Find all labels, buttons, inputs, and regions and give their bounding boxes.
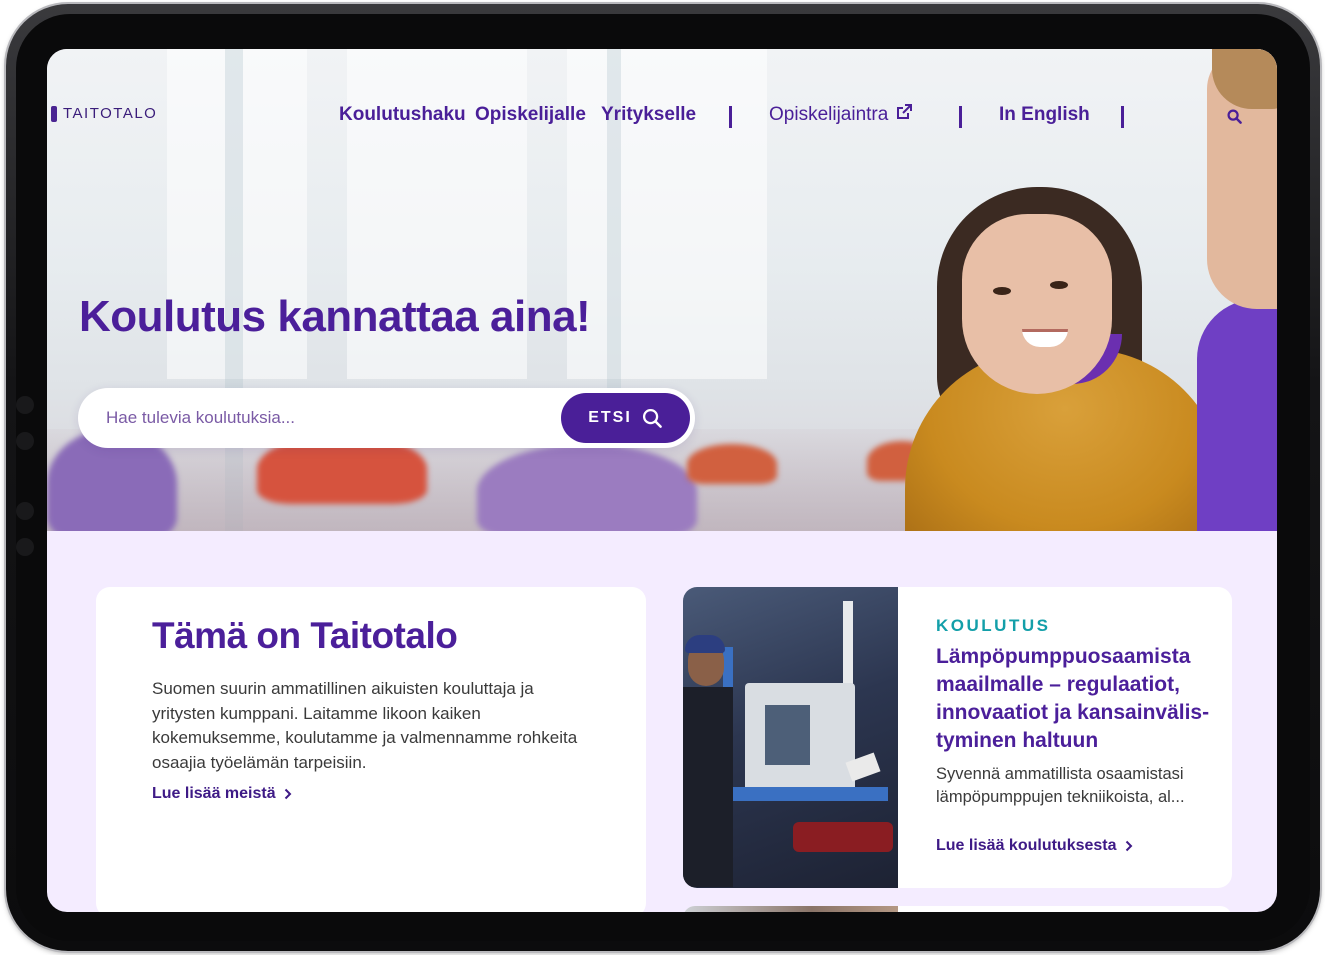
device-sensor [16,538,34,556]
hero-title: Koulutus kannattaa aina! [79,292,591,341]
read-more-course-link[interactable]: Lue lisää koulutuksesta [936,837,1133,855]
nav-divider [729,106,732,128]
nav-divider [959,106,962,128]
hero-bg-chair [687,444,777,484]
external-link-icon [896,104,913,126]
nav-item-opiskelijalle[interactable]: Opiskelijalle [475,104,586,126]
search-button[interactable]: ETSI [561,393,690,443]
hero-bg-window [567,49,767,379]
nav-link-yritykselle[interactable]: Yritykselle [601,104,696,126]
read-more-course-label: Lue lisää koulutuksesta [936,837,1117,854]
hero-bg-chair [477,444,697,531]
course-search-bar: ETSI [78,388,695,448]
nav-link-koulutushaku[interactable]: Koulutushaku [339,104,466,126]
device-sensor [16,432,34,450]
search-icon [642,408,662,428]
intro-card-title: Tämä on Taitotalo [152,615,458,656]
search-button-label: ETSI [588,409,632,426]
nav-divider [1121,106,1124,128]
hero-section: TAITOTALO Koulutushaku Opiskelijalle Yri… [47,49,1277,531]
taitotalo-logo[interactable]: TAITOTALO [51,105,157,122]
next-card-photo [683,906,898,912]
intro-card: Tämä on Taitotalo Suomen suurin ammatill… [96,587,646,912]
browser-screen: TAITOTALO Koulutushaku Opiskelijalle Yri… [47,49,1277,912]
nav-link-opiskelijalle[interactable]: Opiskelijalle [475,104,586,126]
nav-item-opiskelijaintra[interactable]: Opiskelijaintra [769,104,913,126]
device-sensor [16,502,34,520]
read-more-about-us-link[interactable]: Lue lisää meistä [152,785,292,803]
category-tag: KOULUTUS [936,616,1051,635]
next-card-peek[interactable] [683,906,1232,912]
intro-card-body: Suomen suurin ammatillinen aikuisten kou… [152,679,578,772]
read-more-about-us-label: Lue lisää meistä [152,785,276,802]
chevron-right-icon [1125,840,1132,852]
nav-item-koulutushaku[interactable]: Koulutushaku [339,104,466,126]
course-search-input[interactable] [106,406,526,430]
search-icon[interactable] [1227,109,1242,129]
course-title[interactable]: Lämpöpumppuosaamista maailmalle – regula… [936,643,1216,755]
logo-mark-icon [51,105,57,122]
course-excerpt: Syvennä ammatillista osaamistasi lämpöpu… [936,765,1185,806]
course-feature-card[interactable]: KOULUTUS Lämpöpumppuosaamista maailmalle… [683,587,1232,888]
nav-link-opiskelijaintra[interactable]: Opiskelijaintra [769,104,888,126]
nav-item-in-english[interactable]: In English [999,104,1090,126]
course-photo [683,587,898,888]
nav-link-in-english[interactable]: In English [999,104,1090,126]
chevron-right-icon [284,788,292,800]
device-sensor [16,396,34,414]
logo-text: TAITOTALO [63,105,158,122]
nav-item-yritykselle[interactable]: Yritykselle [601,104,696,126]
